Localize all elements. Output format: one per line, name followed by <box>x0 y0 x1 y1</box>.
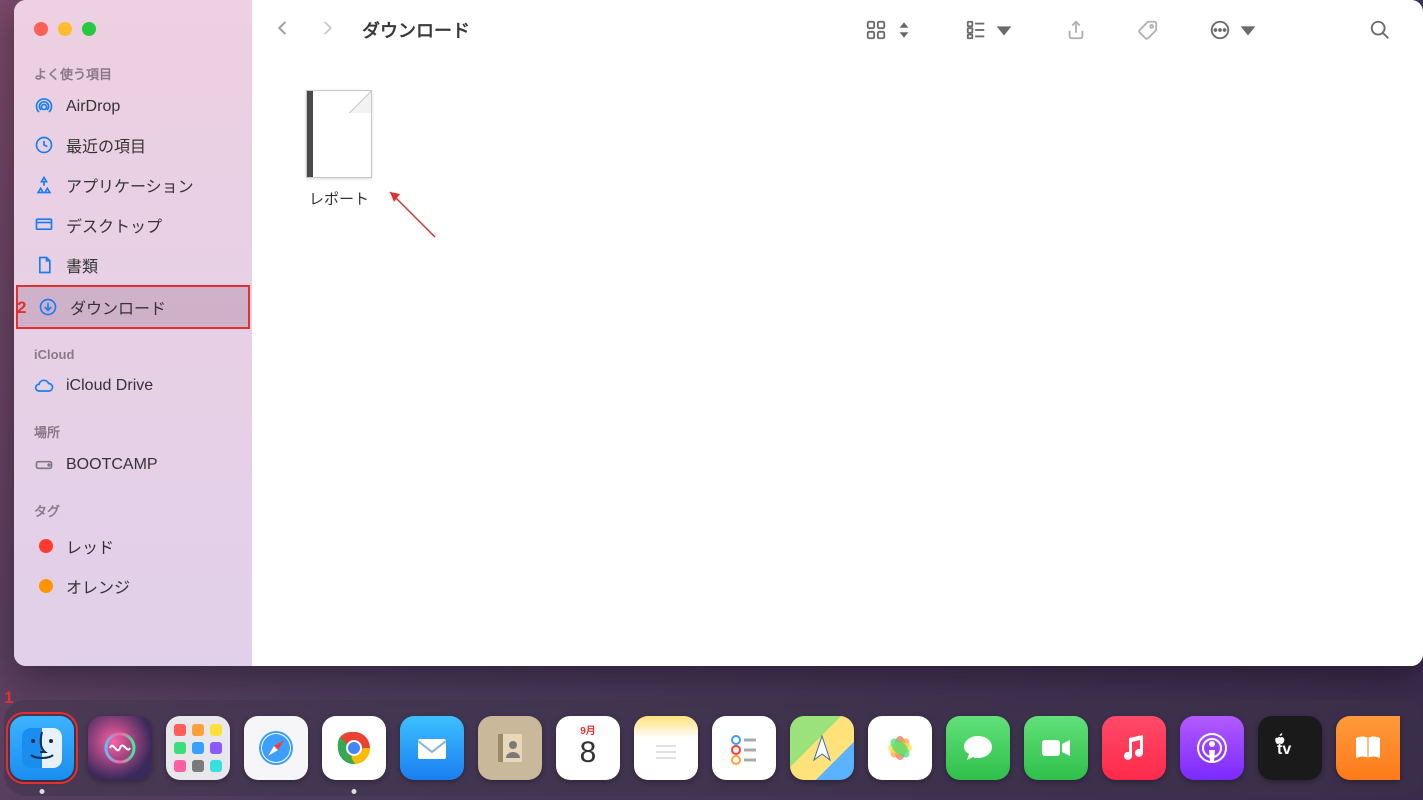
dock-appletv[interactable]: tv <box>1258 716 1322 780</box>
finder-window: よく使う項目AirDrop最近の項目アプリケーションデスクトップ書類ダウンロード… <box>14 0 1423 666</box>
window-controls <box>14 18 252 60</box>
file-name: レポート <box>294 188 384 209</box>
airdrop-icon <box>34 97 54 117</box>
sidebar-item-label: ダウンロード <box>70 295 166 319</box>
sidebar-heading: タグ <box>14 501 252 526</box>
sidebar-item-cloud[interactable]: iCloud Drive <box>14 368 252 404</box>
search-button[interactable] <box>1359 19 1401 41</box>
sidebar-item-disk[interactable]: BOOTCAMP <box>14 447 252 483</box>
sidebar-heading: 場所 <box>14 422 252 447</box>
sidebar-item-label: レッド <box>66 534 114 558</box>
sidebar-item-label: 書類 <box>66 253 98 277</box>
document-icon <box>34 255 54 275</box>
sidebar-item-label: BOOTCAMP <box>66 456 158 474</box>
back-button[interactable] <box>274 19 292 42</box>
minimize-button[interactable] <box>58 22 72 36</box>
annotation-label-2: 2 <box>17 298 26 318</box>
document-icon <box>306 90 372 178</box>
sidebar-item-desktop[interactable]: デスクトップ <box>14 205 252 245</box>
sidebar-item-clock[interactable]: 最近の項目 <box>14 125 252 165</box>
download-icon <box>38 297 58 317</box>
sidebar-heading: iCloud <box>14 347 252 368</box>
dock-music[interactable] <box>1102 716 1166 780</box>
sidebar-item-label: AirDrop <box>66 98 120 116</box>
sidebar: よく使う項目 AirDrop 最近の項目アプリケーションデスクトップ書類ダウンロード… <box>14 0 252 666</box>
dock-finder[interactable] <box>10 716 74 780</box>
tags-button[interactable] <box>1127 19 1169 41</box>
dock-notes[interactable] <box>634 716 698 780</box>
file-area[interactable]: レポート <box>252 60 1423 666</box>
dock-reminders[interactable] <box>712 716 776 780</box>
sidebar-item-label: デスクトップ <box>66 213 162 237</box>
dock-siri[interactable] <box>88 716 152 780</box>
sidebar-heading: よく使う項目 <box>14 64 252 89</box>
dock-books[interactable] <box>1336 716 1400 780</box>
view-icons-button[interactable] <box>855 19 925 41</box>
dock-maps[interactable] <box>790 716 854 780</box>
file-item[interactable]: レポート <box>294 90 384 209</box>
sidebar-item-airdrop[interactable]: AirDrop <box>14 89 252 125</box>
tag-icon <box>34 576 54 596</box>
dock-messages[interactable] <box>946 716 1010 780</box>
sidebar-item-label: アプリケーション <box>66 173 194 197</box>
desktop-icon <box>34 215 54 235</box>
dock-safari[interactable] <box>244 716 308 780</box>
svg-text:tv: tv <box>1277 741 1291 758</box>
tag-icon <box>34 536 54 556</box>
annotation-arrow <box>380 182 440 242</box>
more-actions-button[interactable] <box>1199 19 1269 41</box>
dock-photos[interactable] <box>868 716 932 780</box>
dock-facetime[interactable] <box>1024 716 1088 780</box>
sidebar-item-document[interactable]: 書類 <box>14 245 252 285</box>
main-pane: ダウンロード <box>252 0 1423 666</box>
sidebar-item-label: iCloud Drive <box>66 377 153 395</box>
sidebar-item-tag[interactable]: オレンジ <box>14 566 252 606</box>
dock-calendar[interactable]: 9月8 <box>556 716 620 780</box>
app-icon <box>34 175 54 195</box>
running-indicator <box>352 789 357 794</box>
maximize-button[interactable] <box>82 22 96 36</box>
dock-chrome[interactable] <box>322 716 386 780</box>
toolbar: ダウンロード <box>252 0 1423 60</box>
sidebar-item-label: オレンジ <box>66 574 130 598</box>
sidebar-item-label: 最近の項目 <box>66 133 146 157</box>
window-title: ダウンロード <box>362 17 470 43</box>
clock-icon <box>34 135 54 155</box>
close-button[interactable] <box>34 22 48 36</box>
dock-launchpad[interactable] <box>166 716 230 780</box>
disk-icon <box>34 455 54 475</box>
dock-podcasts[interactable] <box>1180 716 1244 780</box>
forward-button[interactable] <box>318 19 336 42</box>
share-button[interactable] <box>1055 19 1097 41</box>
dock: 9月8 tv <box>4 700 1423 796</box>
group-by-button[interactable] <box>955 19 1025 41</box>
running-indicator <box>40 789 45 794</box>
dock-contacts[interactable] <box>478 716 542 780</box>
dock-mail[interactable] <box>400 716 464 780</box>
sidebar-item-app[interactable]: アプリケーション <box>14 165 252 205</box>
cloud-icon <box>34 376 54 396</box>
sidebar-item-tag[interactable]: レッド <box>14 526 252 566</box>
sidebar-item-download[interactable]: ダウンロード <box>16 285 250 329</box>
